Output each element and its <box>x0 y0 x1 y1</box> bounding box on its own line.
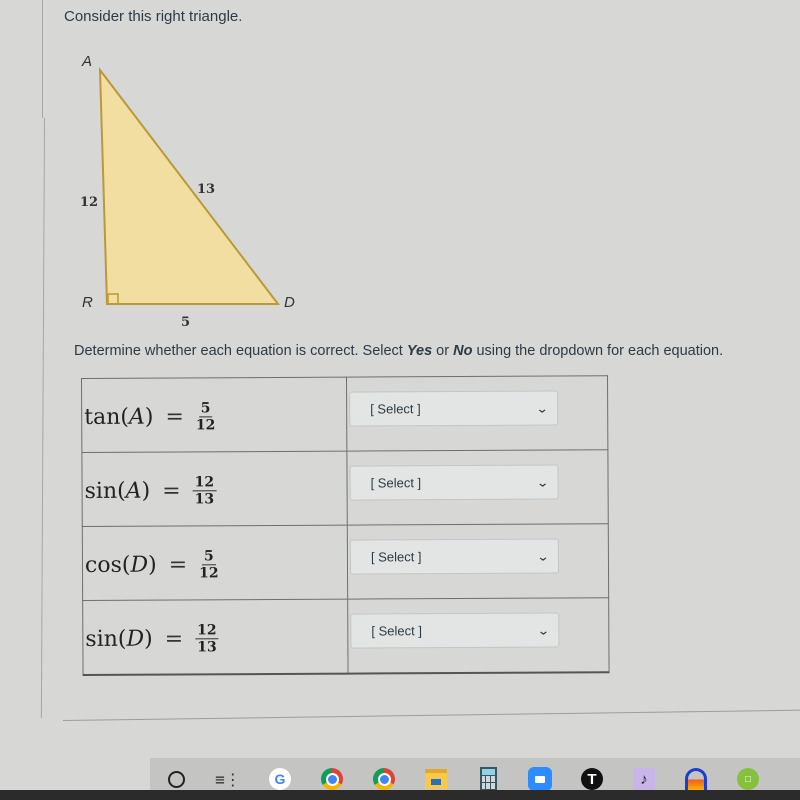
vertex-label-r: R <box>82 294 93 311</box>
page-left-border-lower <box>40 117 45 718</box>
fraction: 12 13 <box>195 622 219 655</box>
equation-row: sin(A) = 12 13 [ Select ] ⌄ <box>81 449 609 527</box>
instruction-suffix: using the dropdown for each equation. <box>472 343 724 359</box>
equation-cell: sin(A) = 12 13 <box>81 451 348 527</box>
equation-row: tan(A) = 5 12 [ Select ] ⌄ <box>81 375 608 453</box>
triangle-shape <box>98 66 281 305</box>
instruction-or: or <box>432 343 454 359</box>
t-logo-icon: T <box>581 768 603 790</box>
answer-cell: [ Select ] ⌄ <box>346 375 608 452</box>
paren-close: ) <box>144 404 154 430</box>
fraction: 12 13 <box>192 474 217 507</box>
equation-cell: cos(D) = 5 12 <box>82 525 348 601</box>
paren-close: ) <box>144 626 153 652</box>
equals-sign: = <box>168 551 188 578</box>
equation: tan(A) = 5 12 <box>84 394 346 439</box>
paren-open: ( <box>117 478 126 504</box>
trig-function: tan <box>84 404 121 430</box>
chevron-down-icon: ⌄ <box>535 401 549 416</box>
google-icon: G <box>269 768 291 790</box>
page-left-border <box>42 0 43 118</box>
chevron-down-icon: ⌄ <box>536 549 550 564</box>
equation: sin(D) = 12 13 <box>85 616 347 661</box>
trig-function: cos <box>84 552 122 578</box>
equation: sin(A) = 12 13 <box>84 468 346 513</box>
instruction-no: No <box>453 343 473 359</box>
denominator: 13 <box>194 490 215 507</box>
equals-sign: = <box>165 403 184 430</box>
angle: D <box>130 552 149 578</box>
question-prompt: Consider this right triangle. <box>64 8 243 25</box>
yes-no-dropdown[interactable]: [ Select ] ⌄ <box>349 464 559 501</box>
equation: cos(D) = 5 12 <box>85 542 347 587</box>
equation-cell: tan(A) = 5 12 <box>81 377 347 453</box>
side-label-ad: 13 <box>197 182 215 197</box>
numerator: 5 <box>201 548 216 565</box>
answer-cell: [ Select ] ⌄ <box>347 523 609 600</box>
fraction: 5 12 <box>195 400 216 433</box>
side-label-rd: 5 <box>181 315 190 330</box>
question-panel-border <box>62 709 800 721</box>
denominator: 12 <box>195 416 216 433</box>
numerator: 12 <box>192 474 217 491</box>
dropdown-value: [ Select ] <box>370 475 422 491</box>
chrome-icon <box>373 768 395 790</box>
chrome-icon <box>321 768 343 790</box>
right-triangle-diagram: A R D 12 13 5 <box>80 53 295 330</box>
music-note-icon: ♪ <box>633 768 655 790</box>
question-instruction: Determine whether each equation is corre… <box>74 343 723 359</box>
paren-open: ( <box>117 626 127 652</box>
denominator: 13 <box>197 638 217 655</box>
paren-close: ) <box>141 478 151 504</box>
paren-close: ) <box>148 552 157 578</box>
yes-no-dropdown[interactable]: [ Select ] ⌄ <box>349 538 560 575</box>
dropdown-value: [ Select ] <box>370 401 421 417</box>
instruction-yes: Yes <box>406 343 433 359</box>
answer-cell: [ Select ] ⌄ <box>347 597 610 674</box>
instruction-text: Determine whether each equation is corre… <box>74 343 407 359</box>
equation-row: sin(D) = 12 13 [ Select ] ⌄ <box>82 597 610 675</box>
headphones-icon <box>685 768 707 790</box>
vertex-label-d: D <box>284 294 295 311</box>
task-view-icon: ≡⋮ <box>215 769 241 789</box>
cloud-icon: □ <box>737 768 759 790</box>
circle-icon <box>167 770 185 788</box>
angle: A <box>125 478 142 504</box>
equals-sign: = <box>164 625 184 652</box>
trig-function: sin <box>84 478 118 504</box>
trig-function: sin <box>85 626 118 652</box>
yes-no-dropdown[interactable]: [ Select ] ⌄ <box>349 390 559 427</box>
calculator-icon <box>479 767 497 791</box>
numerator: 5 <box>198 400 213 417</box>
answer-cell: [ Select ] ⌄ <box>346 449 609 526</box>
equation-cell: sin(D) = 12 13 <box>82 599 349 675</box>
paren-open: ( <box>120 404 130 430</box>
fraction: 5 12 <box>199 548 219 581</box>
angle: D <box>126 626 145 652</box>
screen-bezel <box>0 790 800 800</box>
chevron-down-icon: ⌄ <box>536 623 550 638</box>
dropdown-value: [ Select ] <box>371 623 422 639</box>
folder-icon <box>425 769 447 789</box>
numerator: 12 <box>195 622 219 639</box>
equals-sign: = <box>162 477 181 504</box>
equation-row: cos(D) = 5 12 [ Select ] ⌄ <box>82 523 609 601</box>
chevron-down-icon: ⌄ <box>535 475 550 490</box>
dropdown-value: [ Select ] <box>370 549 422 565</box>
angle: A <box>128 404 145 430</box>
vertex-label-a: A <box>81 53 92 70</box>
yes-no-dropdown[interactable]: [ Select ] ⌄ <box>350 612 560 649</box>
side-label-ar: 12 <box>80 195 98 210</box>
equations-table: tan(A) = 5 12 [ Select ] ⌄ sin(A) = 12 1… <box>81 375 610 676</box>
denominator: 12 <box>199 564 219 581</box>
video-camera-icon <box>528 767 552 791</box>
